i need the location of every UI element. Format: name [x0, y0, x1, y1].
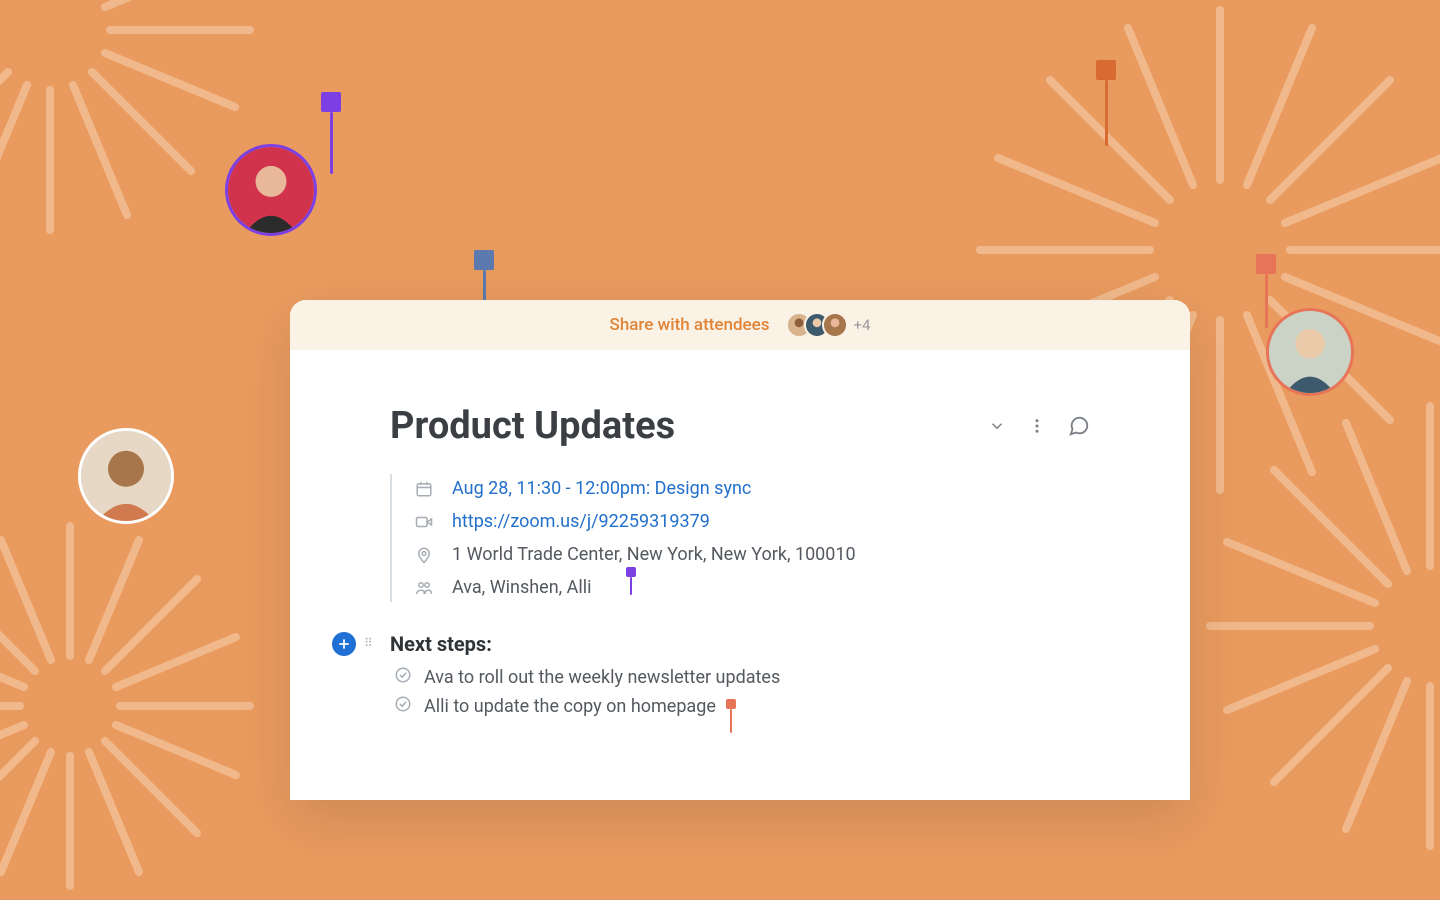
video-icon [414, 513, 434, 531]
attendee-overflow-count[interactable]: +4 [854, 316, 871, 334]
pin-icon [1256, 254, 1276, 328]
pin-icon [321, 92, 341, 174]
chevron-down-icon[interactable] [988, 417, 1006, 435]
people-icon [414, 579, 434, 597]
document-title[interactable]: Product Updates [390, 404, 675, 448]
checklist-item-text: Alli to update the copy on homepage [424, 696, 716, 717]
checklist-item[interactable]: Ava to roll out the weekly newsletter up… [394, 666, 1090, 689]
more-options-icon[interactable] [1028, 417, 1046, 435]
meeting-location: 1 World Trade Center, New York, New York… [452, 544, 856, 565]
location-icon [414, 546, 434, 564]
avatar [78, 428, 174, 524]
comment-icon[interactable] [1068, 415, 1090, 437]
add-block-button[interactable] [332, 632, 356, 656]
decorative-starburst [0, 0, 260, 244]
next-steps-heading[interactable]: Next steps: [390, 632, 492, 656]
checklist-item[interactable]: Alli to update the copy on homepage [394, 695, 1090, 718]
drag-handle-icon[interactable]: ⠿ [364, 636, 375, 650]
meeting-meta: Aug 28, 11:30 - 12:00pm: Design sync htt… [390, 474, 1090, 602]
avatar [1266, 308, 1354, 396]
check-circle-icon[interactable] [394, 666, 412, 689]
meeting-video-link[interactable]: https://zoom.us/j/92259319379 [452, 511, 710, 532]
document-card: Share with attendees +4 Product Updates [290, 300, 1190, 800]
avatar [225, 144, 317, 236]
checklist-item-text: Ava to roll out the weekly newsletter up… [424, 667, 780, 688]
check-circle-icon[interactable] [394, 695, 412, 718]
share-bar: Share with attendees +4 [290, 300, 1190, 350]
avatar [822, 312, 848, 338]
calendar-icon [414, 480, 434, 498]
meeting-date-link[interactable]: Aug 28, 11:30 - 12:00pm: Design sync [452, 478, 751, 499]
decorative-starburst [1200, 396, 1440, 860]
meeting-attendees: Ava, Winshen, Alli [452, 577, 592, 598]
pin-icon [726, 699, 736, 733]
attendee-avatars[interactable]: +4 [786, 312, 871, 338]
decorative-starburst [0, 516, 260, 900]
pin-icon [1096, 60, 1116, 146]
pin-icon [626, 567, 636, 595]
share-with-attendees-link[interactable]: Share with attendees [610, 315, 770, 335]
